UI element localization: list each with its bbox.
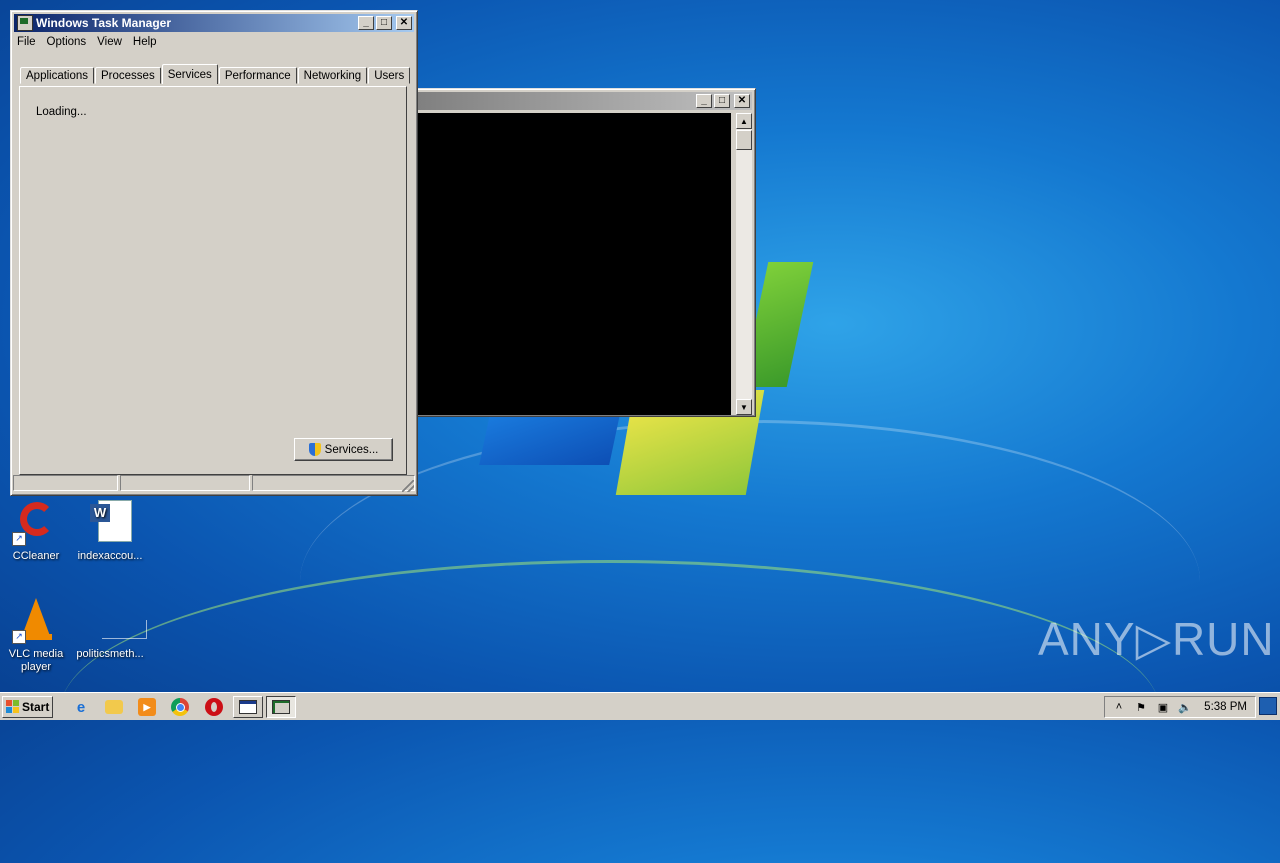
window-title: Windows Task Manager [36,16,172,30]
start-button[interactable]: Start [2,696,53,718]
console-scrollbar[interactable]: ▲ ▼ [736,113,752,415]
windows-logo-icon [6,700,20,714]
task-manager-titlebar[interactable]: Windows Task Manager _ □ ✕ [14,14,414,32]
tab-processes[interactable]: Processes [95,67,161,84]
chrome-icon[interactable] [171,698,189,716]
desktop-icon-vlc[interactable]: ↗ VLC media player [0,596,72,674]
anyrun-watermark: ANY▷RUN [1038,613,1275,665]
opera-icon[interactable] [205,698,223,716]
menu-view[interactable]: View [97,36,122,52]
desktop-icon-indexaccou[interactable]: W indexaccou... [74,498,146,563]
resize-grip-icon[interactable] [402,480,414,492]
tab-applications[interactable]: Applications [20,67,95,84]
show-hidden-icons-icon[interactable]: ˄ [1111,699,1127,715]
internet-explorer-icon[interactable]: e [72,698,90,716]
taskbar-console-button[interactable] [233,696,263,718]
minimize-button[interactable]: _ [696,94,712,108]
task-manager-icon [17,15,33,31]
desktop-icon-politicsmeth[interactable]: politicsmeth... [74,596,147,661]
task-manager-window[interactable]: Windows Task Manager _ □ ✕ File Options … [10,10,418,496]
status-bar [13,475,415,493]
uac-shield-icon [308,443,321,456]
windows-flag-blue-pane [479,410,621,465]
maximize-button[interactable]: □ [376,16,392,30]
task-manager-icon [272,700,290,714]
console-titlebar[interactable]: _ □ ✕ [418,92,752,110]
desktop-icon-label: indexaccou... [77,550,143,562]
desktop-icon-ccleaner[interactable]: ↗ CCleaner [0,498,72,563]
ccleaner-icon: ↗ [12,498,60,546]
console-window[interactable]: _ □ ✕ ▲ ▼ [414,88,756,417]
loading-text: Loading... [36,106,87,118]
network-icon[interactable]: ▣ [1155,699,1171,715]
minimize-button[interactable]: _ [358,16,374,30]
scroll-down-arrow-icon[interactable]: ▼ [736,399,752,415]
desktop-icon-label: CCleaner [12,550,60,562]
taskbar-task-manager-button[interactable] [266,696,296,718]
scrollbar-thumb[interactable] [736,130,752,150]
close-button[interactable]: ✕ [396,16,412,30]
menu-bar: File Options View Help [11,32,417,52]
start-label: Start [22,700,50,714]
volume-icon[interactable]: 🔈 [1177,699,1193,715]
status-cell [13,475,118,491]
menu-options[interactable]: Options [47,36,87,52]
tab-strip: Applications Processes Services Performa… [20,64,411,84]
status-cell [252,475,415,491]
desktop-icon-label: VLC media player [8,648,64,673]
vlc-icon: ↗ [12,596,60,644]
tab-networking[interactable]: Networking [297,67,368,84]
taskbar: Start e ▶ ˄ ⚑ ▣ 🔈 5:38 PM [0,692,1280,720]
console-output-area[interactable] [417,113,731,415]
status-cell [120,475,250,491]
folder-icon[interactable] [105,700,123,714]
scroll-up-arrow-icon[interactable]: ▲ [736,113,752,129]
media-player-icon[interactable]: ▶ [138,698,156,716]
tab-services[interactable]: Services [161,64,218,84]
show-desktop-button[interactable] [1259,697,1277,715]
menu-file[interactable]: File [17,36,36,52]
close-button[interactable]: ✕ [734,94,750,108]
word-document-icon: W [86,498,134,546]
tab-users[interactable]: Users [368,67,411,84]
system-tray: ˄ ⚑ ▣ 🔈 5:38 PM [1104,696,1256,718]
blank-file-icon [86,596,147,644]
services-panel: Loading... Services... [19,86,407,475]
console-window-icon [239,700,257,714]
shortcut-arrow-icon: ↗ [12,630,26,644]
menu-help[interactable]: Help [133,36,157,52]
services-button[interactable]: Services... [294,438,393,461]
desktop-icon-label: politicsmeth... [76,648,144,660]
action-center-flag-icon[interactable]: ⚑ [1133,699,1149,715]
tab-performance[interactable]: Performance [218,67,297,84]
services-button-label: Services... [324,443,379,456]
clock[interactable]: 5:38 PM [1204,701,1247,713]
shortcut-arrow-icon: ↗ [12,532,26,546]
maximize-button[interactable]: □ [714,94,730,108]
